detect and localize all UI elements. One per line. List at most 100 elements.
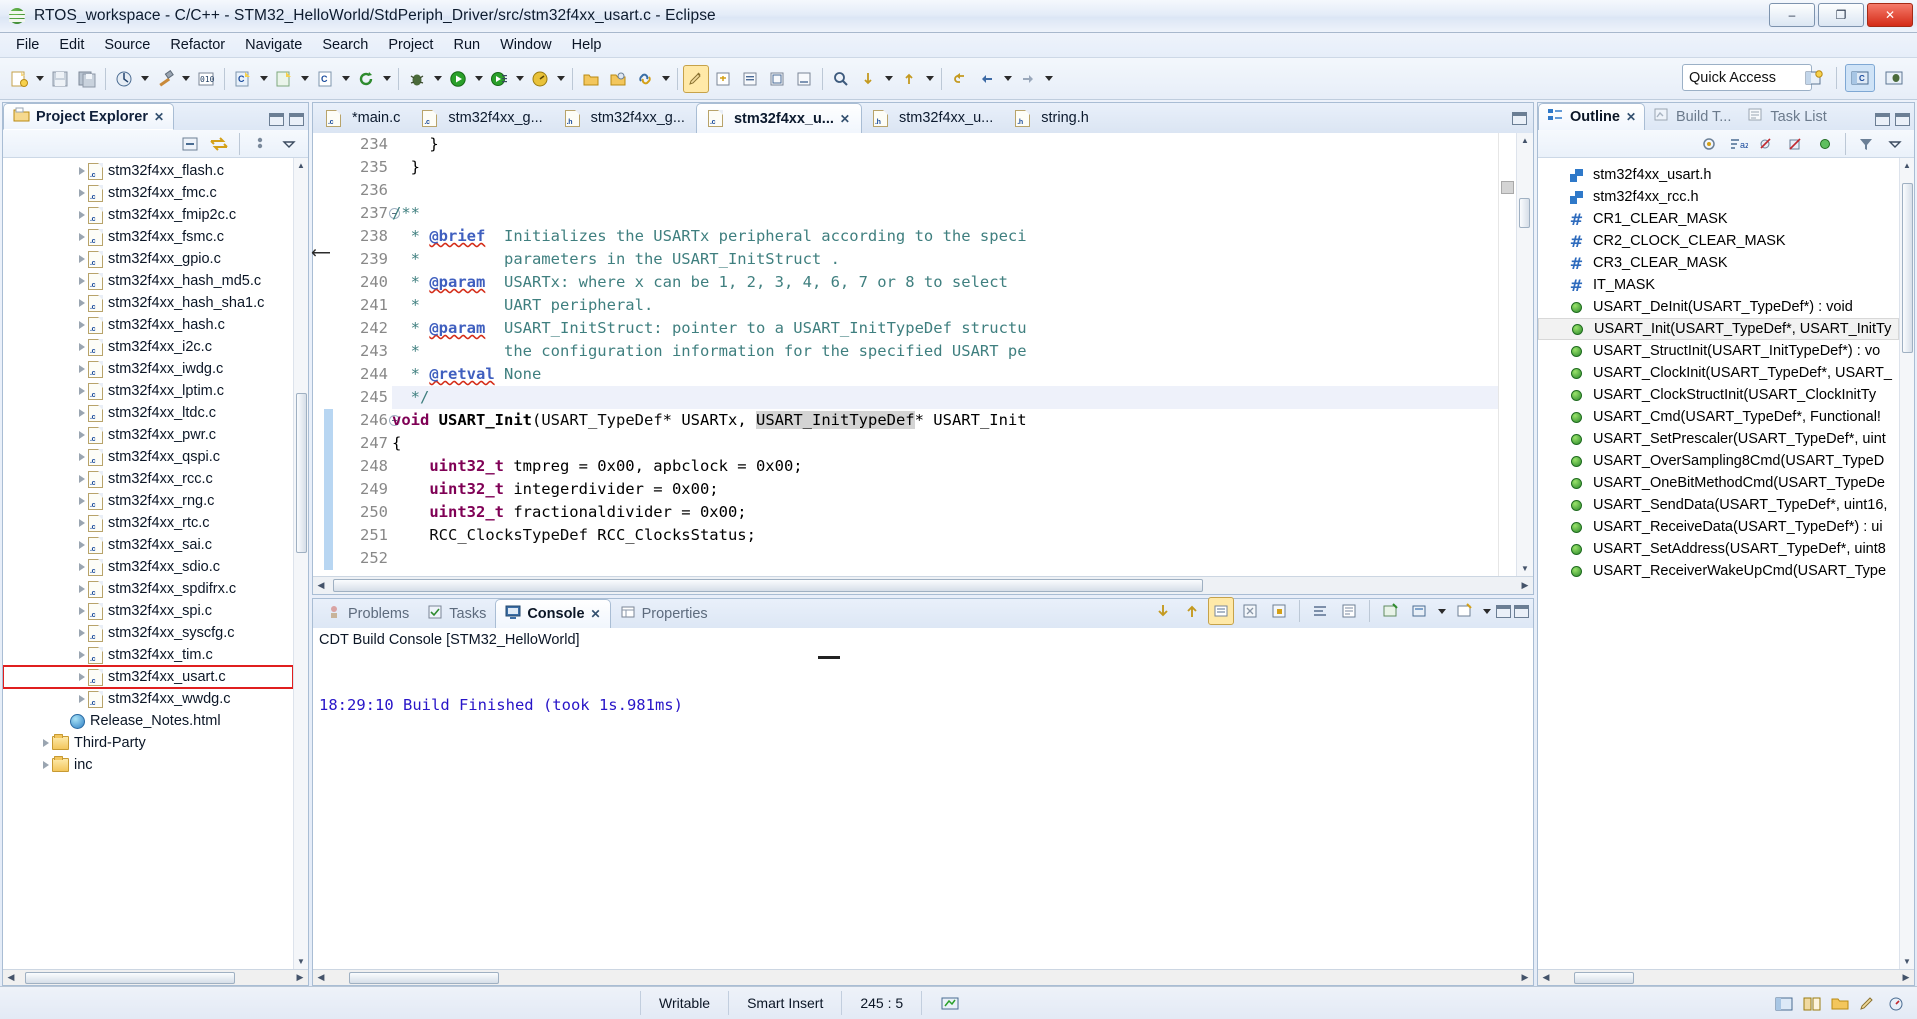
save-icon[interactable] bbox=[47, 65, 73, 93]
lock-console-icon[interactable] bbox=[1266, 597, 1292, 625]
toggle-breakpoint-icon[interactable] bbox=[791, 65, 817, 93]
outline-item[interactable]: # CR1_CLEAR_MASK bbox=[1538, 208, 1899, 230]
expand-arrow-icon[interactable] bbox=[75, 402, 88, 424]
refresh-icon[interactable] bbox=[353, 65, 379, 93]
console-tab[interactable]: Tasks bbox=[418, 599, 495, 628]
scroll-lock-icon[interactable] bbox=[1208, 597, 1234, 625]
outline-item[interactable]: USART_OverSampling8Cmd(USART_TypeD bbox=[1538, 450, 1899, 472]
pin-console-icon[interactable] bbox=[1377, 597, 1403, 625]
maximize-icon[interactable] bbox=[1895, 113, 1910, 126]
outline-item[interactable]: stm32f4xx_rcc.h bbox=[1538, 186, 1899, 208]
tree-item[interactable]: .c stm32f4xx_fsmc.c bbox=[3, 226, 293, 248]
outline-list[interactable]: stm32f4xx_usart.h stm32f4xx_rcc.h # CR1_CLE… bbox=[1538, 158, 1899, 969]
expand-arrow-icon[interactable] bbox=[75, 182, 88, 204]
open-type-icon[interactable] bbox=[605, 65, 631, 93]
scroll-down-icon[interactable]: ▼ bbox=[1518, 561, 1533, 576]
scroll-left-icon[interactable]: ◀ bbox=[1538, 970, 1554, 986]
scroll-right-icon[interactable]: ▶ bbox=[1517, 577, 1533, 595]
expand-arrow-icon[interactable] bbox=[75, 424, 88, 446]
tree-item[interactable]: .c stm32f4xx_pwr.c bbox=[3, 424, 293, 446]
code-text[interactable]: } } /** * @brief Initializes the USARTx p… bbox=[392, 133, 1498, 576]
scroll-down-icon[interactable]: ▼ bbox=[1900, 954, 1915, 969]
expand-arrow-icon[interactable] bbox=[75, 446, 88, 468]
code-line[interactable]: * UART peripheral. bbox=[392, 294, 1498, 317]
external-tools-icon[interactable] bbox=[486, 65, 512, 93]
outline-item[interactable]: stm32f4xx_usart.h bbox=[1538, 164, 1899, 186]
minimize-icon[interactable] bbox=[1496, 604, 1511, 618]
next-annotation-icon[interactable] bbox=[710, 65, 736, 93]
run-icon[interactable] bbox=[445, 65, 471, 93]
forward-icon[interactable] bbox=[1015, 65, 1041, 93]
scroll-up-icon[interactable]: ▲ bbox=[294, 158, 309, 173]
outline-item[interactable]: USART_Init(USART_TypeDef*, USART_InitTy bbox=[1538, 318, 1899, 340]
menu-help[interactable]: Help bbox=[562, 35, 612, 55]
tree-item[interactable]: .c stm32f4xx_sai.c bbox=[3, 534, 293, 556]
filter-icon[interactable] bbox=[1853, 130, 1879, 158]
scroll-left-icon[interactable]: ◀ bbox=[3, 970, 19, 986]
expand-arrow-icon[interactable] bbox=[39, 754, 52, 776]
open-perspective-icon[interactable] bbox=[1798, 64, 1828, 92]
quick-access-input[interactable]: Quick Access bbox=[1682, 64, 1812, 91]
console-output[interactable]: CDT Build Console [STM32_HelloWorld] 18:… bbox=[313, 628, 1533, 969]
console-hscrollbar[interactable]: ◀ ▶ bbox=[313, 969, 1533, 985]
outline-item[interactable]: # CR2_CLOCK_CLEAR_MASK bbox=[1538, 230, 1899, 252]
tree-item[interactable]: .c stm32f4xx_rtc.c bbox=[3, 512, 293, 534]
menu-edit[interactable]: Edit bbox=[49, 35, 94, 55]
expand-arrow-icon[interactable] bbox=[75, 160, 88, 182]
outline-item[interactable]: USART_SetPrescaler(USART_TypeDef*, uint bbox=[1538, 428, 1899, 450]
perspective-icon[interactable] bbox=[1773, 992, 1795, 1014]
menu-project[interactable]: Project bbox=[378, 35, 443, 55]
expand-arrow-icon[interactable] bbox=[75, 292, 88, 314]
tree-item[interactable]: .c stm32f4xx_gpio.c bbox=[3, 248, 293, 270]
expand-arrow-icon[interactable] bbox=[75, 380, 88, 402]
outline-tab[interactable]: Task List bbox=[1739, 103, 1834, 130]
tree-item[interactable]: .c stm32f4xx_rcc.c bbox=[3, 468, 293, 490]
focus-active-task-icon[interactable] bbox=[1696, 130, 1722, 158]
forward-dropdown-icon[interactable] bbox=[1042, 65, 1055, 93]
tree-item[interactable]: .c stm32f4xx_i2c.c bbox=[3, 336, 293, 358]
tree-item[interactable]: .c stm32f4xx_hash_md5.c bbox=[3, 270, 293, 292]
new-cpp-project-icon[interactable] bbox=[271, 65, 297, 93]
refresh-dropdown-icon[interactable] bbox=[380, 65, 393, 93]
view-menu-icon[interactable] bbox=[247, 130, 273, 158]
outline-item[interactable]: USART_ClockInit(USART_TypeDef*, USART_ bbox=[1538, 362, 1899, 384]
debug-perspective-icon[interactable] bbox=[1879, 64, 1909, 92]
cpp-perspective-icon[interactable]: C bbox=[1845, 64, 1875, 92]
tree-item[interactable]: .c stm32f4xx_syscfg.c bbox=[3, 622, 293, 644]
expand-arrow-icon[interactable] bbox=[75, 578, 88, 600]
tree-item[interactable]: .c stm32f4xx_hash_sha1.c bbox=[3, 292, 293, 314]
code-line[interactable]: void USART_Init(USART_TypeDef* USARTx, U… bbox=[392, 409, 1498, 432]
menu-source[interactable]: Source bbox=[94, 35, 160, 55]
search-icon[interactable] bbox=[828, 65, 854, 93]
next-edit-icon[interactable] bbox=[896, 65, 922, 93]
menu-window[interactable]: Window bbox=[490, 35, 562, 55]
code-line[interactable]: /** bbox=[392, 202, 1498, 225]
console-tab[interactable]: Console ✕ bbox=[495, 599, 611, 628]
outline-item[interactable]: USART_OneBitMethodCmd(USART_TypeDe bbox=[1538, 472, 1899, 494]
minimize-button[interactable]: – bbox=[1769, 3, 1815, 27]
tree-item[interactable]: inc bbox=[3, 754, 293, 776]
tree-item[interactable]: .c stm32f4xx_rng.c bbox=[3, 490, 293, 512]
build-all-dropdown-icon[interactable] bbox=[138, 65, 151, 93]
menu-run[interactable]: Run bbox=[443, 35, 490, 55]
open-folder-icon[interactable] bbox=[578, 65, 604, 93]
tree-item[interactable]: .c stm32f4xx_fmc.c bbox=[3, 182, 293, 204]
expand-arrow-icon[interactable] bbox=[75, 490, 88, 512]
link-icon[interactable] bbox=[632, 65, 658, 93]
expand-arrow-icon[interactable] bbox=[75, 226, 88, 248]
scroll-thumb-h[interactable] bbox=[349, 971, 499, 984]
editor-vscrollbar[interactable]: ▲ ▼ bbox=[1516, 133, 1533, 576]
save-all-icon[interactable] bbox=[74, 65, 100, 93]
tree-item[interactable]: .c stm32f4xx_wwdg.c bbox=[3, 688, 293, 710]
link-dropdown-icon[interactable] bbox=[659, 65, 672, 93]
sort-icon[interactable]: az bbox=[1725, 130, 1751, 158]
back-dropdown-icon[interactable] bbox=[1001, 65, 1014, 93]
link-with-editor-icon[interactable] bbox=[206, 130, 232, 158]
view-menu-icon[interactable] bbox=[1882, 130, 1908, 158]
new-c-project-dropdown-icon[interactable] bbox=[257, 65, 270, 93]
expand-arrow-icon[interactable] bbox=[75, 600, 88, 622]
tree-item[interactable]: .c stm32f4xx_usart.c bbox=[3, 665, 293, 689]
maximize-icon[interactable] bbox=[1512, 112, 1527, 125]
outline-item[interactable]: USART_StructInit(USART_InitTypeDef*) : v… bbox=[1538, 340, 1899, 362]
toggle-block-icon[interactable] bbox=[764, 65, 790, 93]
